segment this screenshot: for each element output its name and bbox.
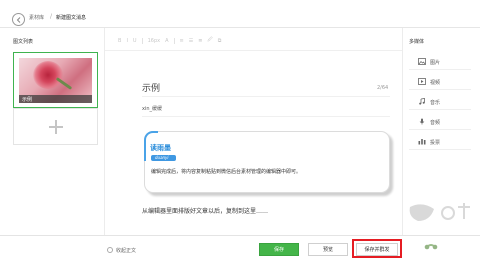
toolbar-separator	[173, 38, 175, 44]
quote-card[interactable]	[144, 131, 390, 193]
article-caption-text: 示例	[22, 97, 33, 103]
vote-icon	[418, 139, 426, 145]
font-size-select[interactable]: 16px	[148, 38, 161, 44]
title-char-count: 2/64	[377, 85, 389, 91]
article-cover-caption: 示例	[19, 95, 92, 103]
breadcrumb-current: 新建图文消息	[56, 15, 87, 21]
media-item-vote[interactable]: 投票	[409, 133, 471, 150]
bold-button[interactable]: B	[118, 38, 121, 44]
media-item-music[interactable]: 音乐	[409, 93, 471, 110]
toolbar-rule	[105, 50, 402, 51]
watermark-logo	[409, 203, 470, 250]
pen-icon[interactable]: 🖉	[207, 37, 212, 45]
font-color-button[interactable]: A	[165, 38, 168, 44]
annotation-highlight-box	[352, 239, 402, 258]
media-item-label: 音乐	[430, 100, 441, 106]
toolbar-separator	[141, 38, 143, 44]
editor-page: 素材库 / 新建图文消息 图文列表 示例 B I U 16px A ≡ ☰ ≣ …	[0, 0, 480, 258]
indent-button[interactable]: ≣	[198, 38, 202, 44]
microphone-icon	[419, 118, 425, 125]
quote-author-name: 读雨墨	[150, 144, 171, 152]
editor-toolbar: B I U 16px A ≡ ☰ ≣ 🖉 ⧉	[118, 36, 221, 46]
back-button[interactable]	[12, 13, 25, 26]
breadcrumb-separator: /	[50, 13, 53, 20]
top-bar: 素材库 / 新建图文消息	[0, 0, 480, 28]
author-input[interactable]: xin_缓缓	[142, 105, 162, 112]
underline-button[interactable]: U	[133, 38, 137, 44]
article-list-item[interactable]: 示例	[13, 52, 98, 108]
media-item-audio[interactable]: 音频	[409, 113, 471, 130]
breadcrumb-root-link[interactable]: 素材库	[29, 14, 44, 21]
quote-tag: duanyi	[151, 155, 176, 161]
italic-button[interactable]: I	[126, 38, 127, 44]
author-underline	[142, 116, 390, 117]
title-input[interactable]: 示例	[142, 81, 160, 94]
collapse-body-label[interactable]: 收起正文	[116, 247, 136, 254]
article-list-title: 图文列表	[13, 39, 34, 45]
media-item-video[interactable]: 视频	[409, 73, 471, 90]
music-icon	[419, 98, 425, 105]
copy-icon[interactable]: ⧉	[218, 38, 222, 44]
carnation-image	[33, 61, 63, 89]
chevron-left-icon	[16, 16, 20, 23]
image-icon	[418, 58, 426, 65]
media-item-image[interactable]: 图片	[409, 53, 471, 70]
collapse-body-radio[interactable]	[107, 247, 113, 253]
media-panel-title: 多媒体	[409, 39, 425, 45]
media-item-label: 音频	[430, 120, 441, 126]
quote-text: 编辑完成后，将内容复制粘贴到微信后台素材管理的编辑器中即可。	[151, 169, 302, 175]
preview-button[interactable]: 预览	[308, 243, 348, 256]
video-icon	[418, 78, 426, 85]
plus-icon	[48, 119, 63, 134]
add-article-button[interactable]	[13, 108, 98, 145]
media-item-label: 图片	[430, 60, 441, 66]
quote-tag-text: duanyi	[155, 155, 169, 160]
list-button[interactable]: ☰	[189, 38, 193, 44]
save-button[interactable]: 保存	[259, 243, 299, 256]
title-underline	[142, 96, 390, 97]
divider	[104, 28, 105, 235]
article-body-text[interactable]: 从编辑器里面排版好文章以后，复制到这里……	[142, 206, 268, 215]
media-item-label: 投票	[430, 140, 441, 146]
media-item-label: 视频	[430, 80, 441, 86]
align-button[interactable]: ≡	[180, 38, 184, 44]
